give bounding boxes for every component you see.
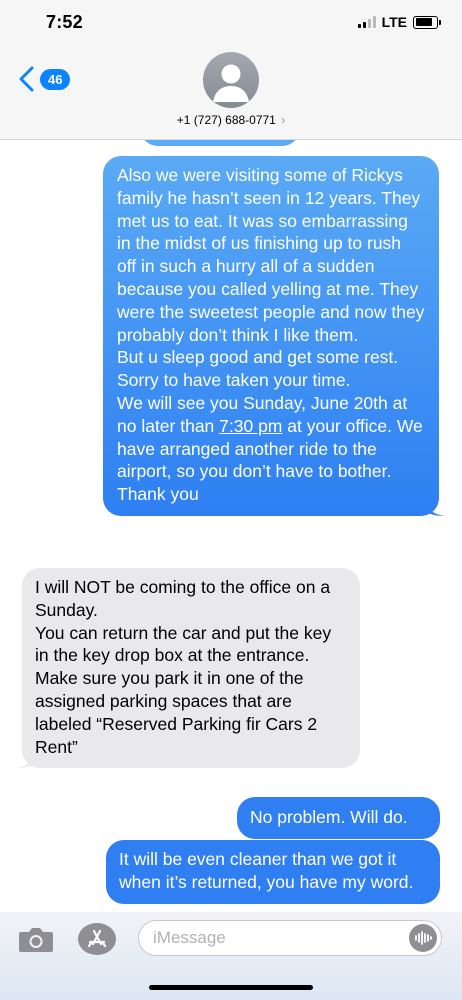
message-input[interactable]: iMessage xyxy=(138,920,442,956)
chevron-right-icon: › xyxy=(281,113,286,127)
person-silhouette-icon xyxy=(213,64,249,102)
compose-bar: iMessage xyxy=(0,912,462,1000)
chevron-left-icon xyxy=(19,66,34,92)
message-list[interactable]: Also we were visiting some of Rickys fam… xyxy=(0,140,462,912)
cellular-signal-icon xyxy=(357,16,376,28)
app-store-icon xyxy=(87,929,107,948)
message-text: Also we were visiting some of Rickys fam… xyxy=(117,165,425,436)
contact-name-button[interactable]: +1 (727) 688-0771 › xyxy=(0,113,462,127)
message-text: It will be even cleaner than we got it w… xyxy=(119,849,414,892)
battery-icon xyxy=(413,15,441,29)
conversation-header: 7:52 LTE 46 +1 (727) 688-0771 › xyxy=(0,0,462,140)
message-text: No problem. Will do. xyxy=(250,807,408,827)
status-time: 7:52 xyxy=(46,12,83,32)
home-indicator xyxy=(149,985,313,990)
bubble-tail xyxy=(16,752,34,769)
message-text: I will NOT be coming to the office on a … xyxy=(35,577,332,757)
incoming-message-1[interactable]: I will NOT be coming to the office on a … xyxy=(16,568,360,769)
back-button[interactable]: 46 xyxy=(18,66,71,92)
network-type: LTE xyxy=(381,14,407,30)
audio-record-button[interactable] xyxy=(409,924,437,952)
input-placeholder: iMessage xyxy=(153,928,226,947)
app-store-button[interactable] xyxy=(78,923,116,955)
unread-count-badge: 46 xyxy=(40,68,71,90)
contact-avatar[interactable] xyxy=(203,52,259,108)
previous-bubble-fragment xyxy=(140,140,300,146)
outgoing-message-1[interactable]: Also we were visiting some of Rickys fam… xyxy=(103,156,445,516)
camera-icon[interactable] xyxy=(18,925,54,953)
outgoing-message-3[interactable]: It will be even cleaner than we got it w… xyxy=(106,840,440,904)
audio-waveform-icon xyxy=(415,931,432,945)
outgoing-message-2[interactable]: No problem. Will do. xyxy=(237,797,440,839)
contact-number: +1 (727) 688-0771 xyxy=(176,113,276,127)
bubble-tail xyxy=(427,499,445,516)
time-link[interactable]: 7:30 pm xyxy=(219,416,282,436)
status-indicators: LTE xyxy=(357,14,441,30)
